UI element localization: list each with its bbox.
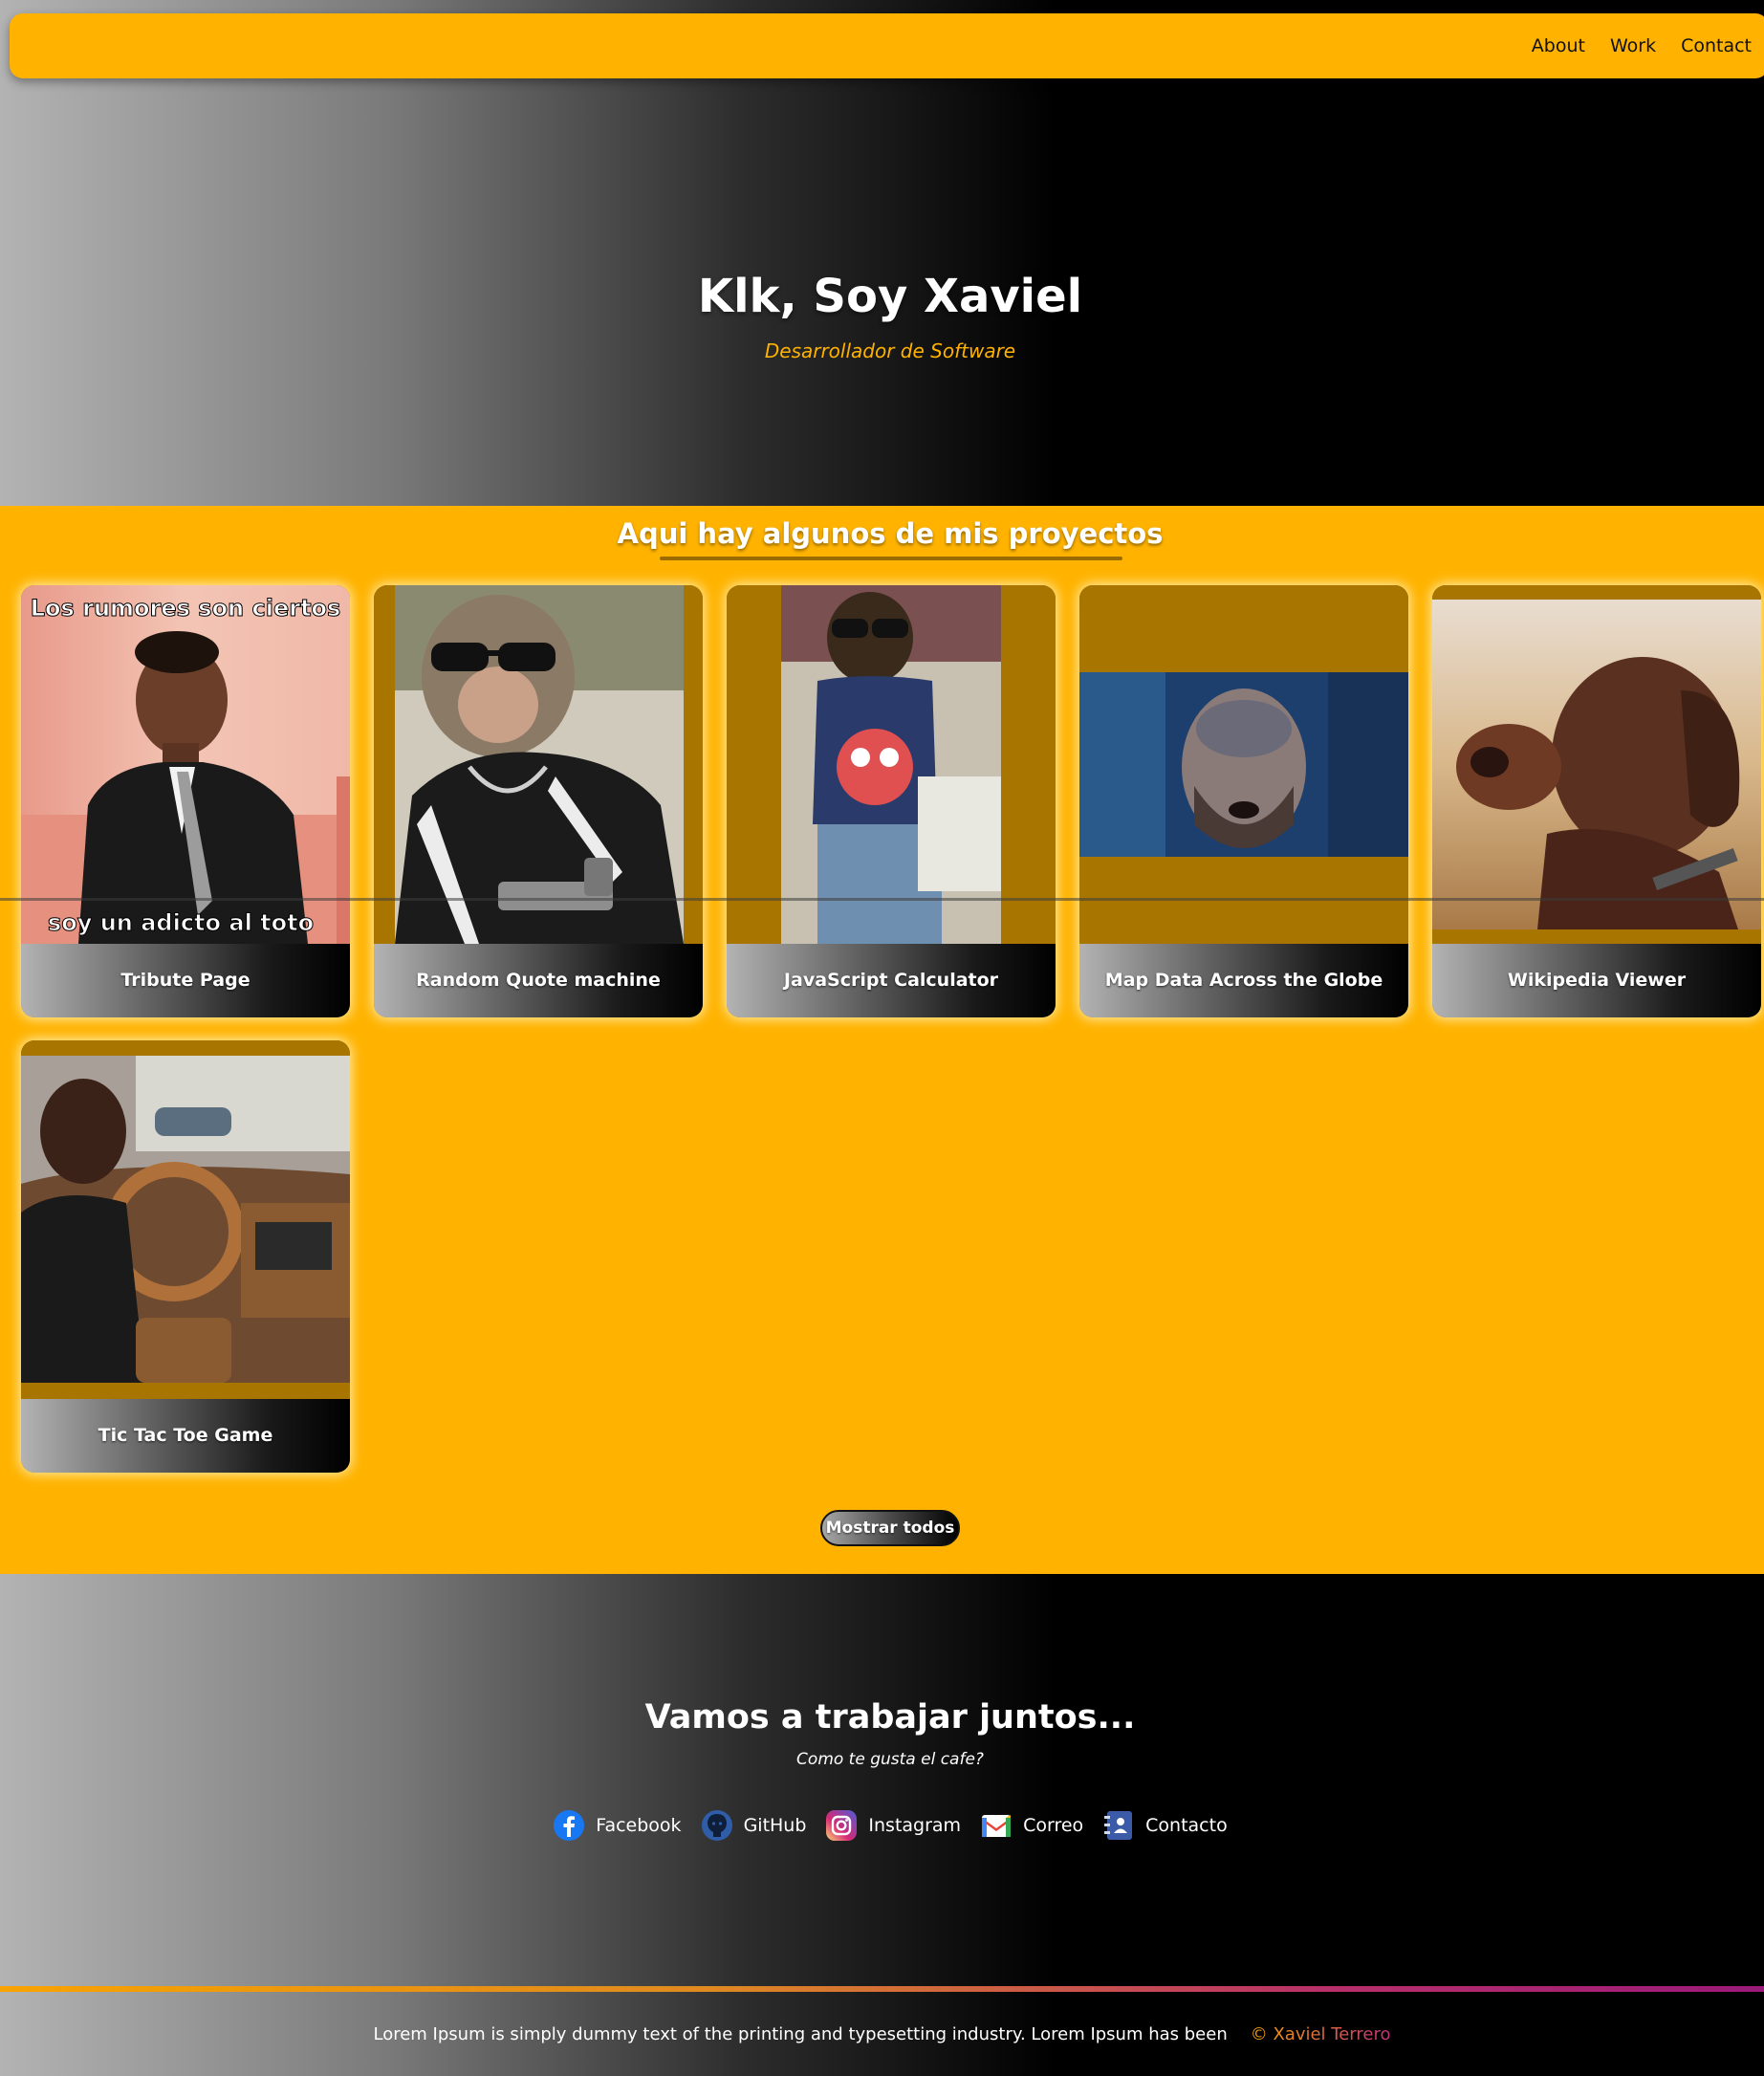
hero-subtitle: Desarrollador de Software: [764, 339, 1016, 362]
project-label: Tic Tac Toe Game: [21, 1399, 350, 1473]
projects-section: Aqui hay algunos de mis proyectos Los ru…: [0, 506, 1764, 1574]
nav-link-about[interactable]: About: [1532, 35, 1585, 56]
project-card-map-data-across-the-globe[interactable]: Map Data Across the Globe: [1079, 585, 1408, 1017]
project-card-tic-tac-toe-game[interactable]: Tic Tac Toe Game: [21, 1040, 350, 1473]
meme-caption-bottom: soy un adicto al toto: [48, 909, 314, 936]
instagram-icon: [825, 1809, 858, 1842]
footer-copyright: © Xaviel Terrero: [1250, 2023, 1391, 2044]
photo-boy-in-car: [21, 1040, 350, 1399]
contact-subtitle: Como te gusta el cafe?: [796, 1750, 984, 1769]
photo-monkey-lunch-time-shirt: [727, 585, 1056, 944]
nav-link-contact[interactable]: Contact: [1681, 35, 1752, 56]
project-image: [1079, 585, 1408, 944]
project-label: Map Data Across the Globe: [1079, 944, 1408, 1017]
social-label: GitHub: [743, 1815, 807, 1836]
project-card-random-quote-machine[interactable]: Random Quote machine: [374, 585, 703, 1017]
social-link-github[interactable]: GitHub: [701, 1809, 807, 1842]
heading-underline: [660, 557, 1122, 560]
social-link-correo[interactable]: Correo: [980, 1809, 1083, 1842]
photo-brown-dog: [1432, 585, 1761, 944]
footer: Lorem Ipsum is simply dummy text of the …: [0, 1992, 1764, 2076]
hero-title: Klk, Soy Xaviel: [697, 270, 1083, 323]
gmail-icon: [980, 1809, 1013, 1842]
navbar: About Work Contact: [10, 13, 1764, 78]
project-image: [21, 1040, 350, 1399]
social-label: Correo: [1023, 1815, 1084, 1836]
social-label: Instagram: [868, 1815, 962, 1836]
project-label: Wikipedia Viewer: [1432, 944, 1761, 1017]
contact-section: Vamos a trabajar juntos... Como te gusta…: [0, 1574, 1764, 1986]
github-icon: [701, 1809, 733, 1842]
footer-text: Lorem Ipsum is simply dummy text of the …: [373, 2023, 1228, 2044]
projects-heading: Aqui hay algunos de mis proyectos: [617, 517, 1164, 550]
social-link-instagram[interactable]: Instagram: [825, 1809, 961, 1842]
project-image: Los rumores son ciertos soy un adicto al…: [21, 585, 350, 944]
contact-title: Vamos a trabajar juntos...: [644, 1698, 1136, 1737]
project-image: [1432, 585, 1761, 944]
project-label: Random Quote machine: [374, 944, 703, 1017]
project-card-tribute-page[interactable]: Los rumores son ciertos soy un adicto al…: [21, 585, 350, 1017]
photo-monkey-with-sunglasses: [374, 585, 703, 944]
project-card-wikipedia-viewer[interactable]: Wikipedia Viewer: [1432, 585, 1761, 1017]
project-label: Tribute Page: [21, 944, 350, 1017]
project-image: [727, 585, 1056, 944]
social-label: Contacto: [1145, 1815, 1228, 1836]
social-link-contacto[interactable]: Contacto: [1102, 1809, 1228, 1842]
facebook-icon: [553, 1809, 585, 1842]
divider-line: [0, 898, 1764, 901]
project-label: JavaScript Calculator: [727, 944, 1056, 1017]
nav-link-work[interactable]: Work: [1610, 35, 1656, 56]
photo-boy-in-suit: Los rumores son ciertos soy un adicto al…: [21, 585, 350, 944]
meme-caption-top: Los rumores son ciertos: [31, 595, 341, 622]
social-label: Facebook: [596, 1815, 682, 1836]
project-image: [374, 585, 703, 944]
project-card-javascript-calculator[interactable]: JavaScript Calculator: [727, 585, 1056, 1017]
social-links: Facebook GitHub Instagram Correo Contact…: [0, 1809, 1764, 1842]
contact-book-icon: [1102, 1809, 1135, 1842]
show-all-button[interactable]: Mostrar todos: [820, 1510, 960, 1546]
photo-man-looking-up: [1079, 585, 1408, 944]
social-link-facebook[interactable]: Facebook: [553, 1809, 682, 1842]
